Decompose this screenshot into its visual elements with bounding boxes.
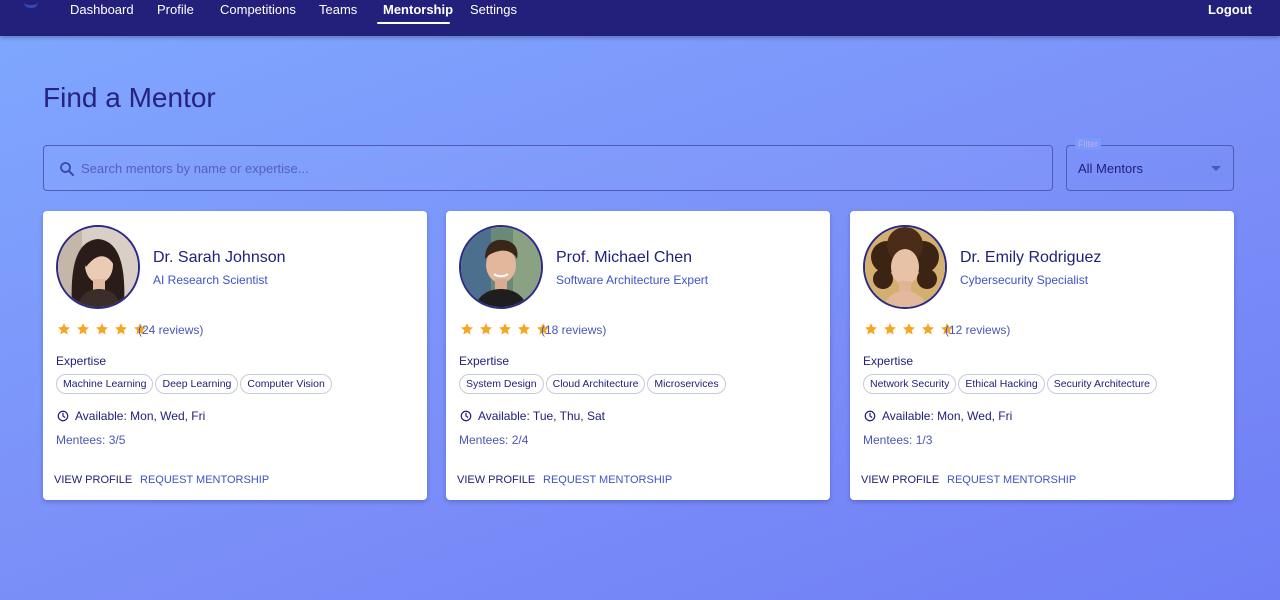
- star-rating: [864, 322, 954, 338]
- mentee-count: Mentees: 1/3: [863, 433, 933, 447]
- avatar: [56, 225, 140, 309]
- mentor-title: AI Research Scientist: [153, 273, 268, 287]
- star-icon: [77, 323, 89, 335]
- expertise-label: Expertise: [863, 354, 914, 368]
- top-nav-bar: Dashboard Profile Competitions Teams Men…: [0, 0, 1280, 36]
- mentor-name: Dr. Sarah Johnson: [153, 249, 286, 266]
- expertise-chip: Computer Vision: [240, 374, 332, 394]
- star-icon: [902, 323, 915, 335]
- nav-item-profile[interactable]: Profile: [157, 0, 194, 26]
- search-box[interactable]: [43, 145, 1053, 191]
- availability-text: Available: Tue, Thu, Sat: [478, 409, 605, 423]
- search-icon: [60, 162, 74, 176]
- star-rating: [460, 322, 550, 338]
- expertise-chips: System Design Cloud Architecture Microserv…: [459, 374, 728, 394]
- mentor-card: Dr. Emily Rodriguez Cybersecurity Specia…: [850, 211, 1234, 500]
- expertise-chip: System Design: [459, 374, 544, 394]
- active-tab-indicator: [377, 22, 450, 24]
- avatar: [863, 225, 947, 309]
- request-mentorship-button[interactable]: Request Mentorship: [947, 474, 1076, 486]
- nav-item-competitions[interactable]: Competitions: [220, 0, 296, 26]
- star-icon: [95, 323, 108, 335]
- logo: [24, 0, 38, 8]
- clock-icon: [864, 410, 876, 422]
- clock-icon: [460, 410, 472, 422]
- star-icon: [461, 323, 473, 335]
- page-title: Find a Mentor: [43, 82, 216, 113]
- expertise-chip: Ethical Hacking: [958, 374, 1045, 394]
- expertise-label: Expertise: [459, 354, 510, 368]
- mentee-count: Mentees: 3/5: [56, 433, 126, 447]
- filter-label: Filter: [1075, 138, 1101, 150]
- chevron-down-icon: [1211, 166, 1221, 171]
- view-profile-button[interactable]: View Profile: [861, 474, 939, 486]
- mentee-count: Mentees: 2/4: [459, 433, 529, 447]
- expertise-chip: Microservices: [647, 374, 726, 394]
- expertise-chip: Deep Learning: [155, 374, 239, 394]
- mentor-name: Prof. Michael Chen: [556, 249, 693, 266]
- view-profile-button[interactable]: View Profile: [54, 474, 132, 486]
- view-profile-button[interactable]: View Profile: [457, 474, 535, 486]
- star-icon: [921, 323, 934, 335]
- expertise-chip: Security Architecture: [1046, 374, 1158, 394]
- availability-text: Available: Mon, Wed, Fri: [75, 409, 206, 423]
- mentor-card: Prof. Michael Chen Software Architecture…: [446, 211, 830, 500]
- filter-select[interactable]: Filter All Mentors: [1066, 138, 1234, 191]
- star-icon: [114, 323, 127, 335]
- availability-text: Available: Mon, Wed, Fri: [882, 409, 1013, 423]
- nav-item-settings[interactable]: Settings: [470, 0, 517, 26]
- search-input[interactable]: [81, 146, 1041, 190]
- request-mentorship-button[interactable]: Request Mentorship: [543, 474, 672, 486]
- expertise-chip: Network Security: [863, 374, 957, 394]
- review-count: (12 reviews): [945, 323, 1011, 337]
- nav-item-dashboard[interactable]: Dashboard: [70, 0, 134, 26]
- mentor-name: Dr. Emily Rodriguez: [960, 249, 1102, 266]
- mentor-title: Cybersecurity Specialist: [960, 273, 1089, 287]
- expertise-chip: Machine Learning: [56, 374, 154, 394]
- expertise-chip: Cloud Architecture: [545, 374, 646, 394]
- expertise-label: Expertise: [56, 354, 107, 368]
- star-icon: [884, 323, 896, 335]
- filter-selected-value: All Mentors: [1078, 161, 1144, 176]
- mentor-card: Dr. Sarah Johnson AI Research Scientist …: [43, 211, 427, 500]
- star-icon: [480, 323, 492, 335]
- request-mentorship-button[interactable]: Request Mentorship: [140, 474, 269, 486]
- nav-item-teams[interactable]: Teams: [319, 0, 357, 26]
- expertise-chips: Network Security Ethical Hacking Security …: [863, 374, 1159, 394]
- star-rating: [57, 322, 147, 338]
- expertise-chips: Machine Learning Deep Learning Computer Vi…: [56, 374, 334, 394]
- logout-button[interactable]: Logout: [1208, 0, 1252, 19]
- availability: Available: Mon, Wed, Fri: [57, 409, 205, 423]
- mentor-title: Software Architecture Expert: [556, 273, 709, 287]
- availability: Available: Mon, Wed, Fri: [864, 409, 1012, 423]
- star-icon: [498, 323, 511, 335]
- availability: Available: Tue, Thu, Sat: [460, 409, 605, 423]
- clock-icon: [57, 410, 69, 422]
- star-icon: [58, 323, 70, 335]
- star-icon: [865, 323, 877, 335]
- review-count: (24 reviews): [138, 323, 204, 337]
- star-icon: [517, 323, 530, 335]
- avatar: [459, 225, 543, 309]
- review-count: (18 reviews): [541, 323, 607, 337]
